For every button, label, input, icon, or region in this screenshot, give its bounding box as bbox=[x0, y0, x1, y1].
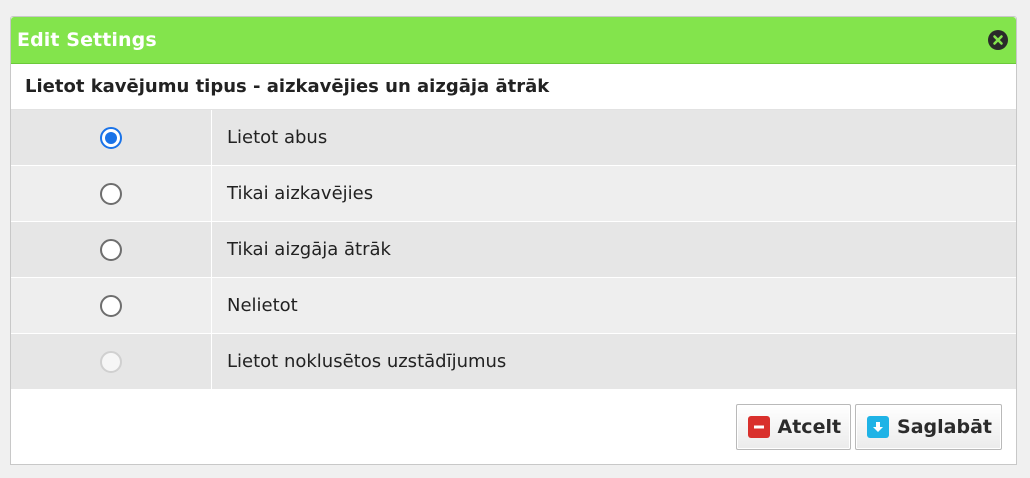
radio-cell bbox=[11, 278, 212, 333]
minus-icon bbox=[747, 416, 770, 438]
radio-only-left-early[interactable] bbox=[100, 238, 122, 261]
radio-cell bbox=[11, 110, 212, 165]
save-button-label: Saglabāt bbox=[897, 416, 992, 438]
radio-cell bbox=[11, 222, 212, 277]
dialog-footer: Atcelt Saglabāt bbox=[735, 404, 1002, 450]
radio-cell bbox=[11, 334, 212, 389]
option-row-only-late[interactable]: Tikai aizkavējies bbox=[11, 166, 1016, 222]
radio-cell bbox=[11, 166, 212, 221]
option-row-only-left-early[interactable]: Tikai aizgāja ātrāk bbox=[11, 222, 1016, 278]
cancel-button-label: Atcelt bbox=[777, 416, 842, 438]
option-label[interactable]: Tikai aizgāja ātrāk bbox=[212, 222, 1016, 277]
option-label[interactable]: Tikai aizkavējies bbox=[212, 166, 1016, 221]
dialog-titlebar: Edit Settings bbox=[11, 17, 1016, 64]
radio-use-defaults bbox=[100, 350, 122, 373]
edit-settings-dialog: Edit Settings Lietot kavējumu tipus - ai… bbox=[10, 16, 1017, 465]
option-row-use-defaults: Lietot noklusētos uzstādījumus bbox=[11, 334, 1016, 390]
radio-only-late[interactable] bbox=[100, 182, 122, 205]
close-icon[interactable] bbox=[988, 30, 1008, 50]
options-table: Lietot abus Tikai aizkavējies Tikai aizg… bbox=[11, 109, 1016, 390]
option-row-do-not-use[interactable]: Nelietot bbox=[11, 278, 1016, 334]
option-label[interactable]: Nelietot bbox=[212, 278, 1016, 333]
dialog-title: Edit Settings bbox=[17, 29, 157, 51]
radio-do-not-use[interactable] bbox=[100, 294, 122, 317]
save-button[interactable]: Saglabāt bbox=[855, 404, 1002, 450]
option-label[interactable]: Lietot abus bbox=[212, 110, 1016, 165]
radio-use-both[interactable] bbox=[100, 126, 122, 149]
cancel-button[interactable]: Atcelt bbox=[735, 404, 852, 450]
option-label: Lietot noklusētos uzstādījumus bbox=[212, 334, 1016, 389]
download-arrow-icon bbox=[867, 416, 890, 438]
option-row-use-both[interactable]: Lietot abus bbox=[11, 110, 1016, 166]
section-title: Lietot kavējumu tipus - aizkavējies un a… bbox=[25, 76, 550, 97]
